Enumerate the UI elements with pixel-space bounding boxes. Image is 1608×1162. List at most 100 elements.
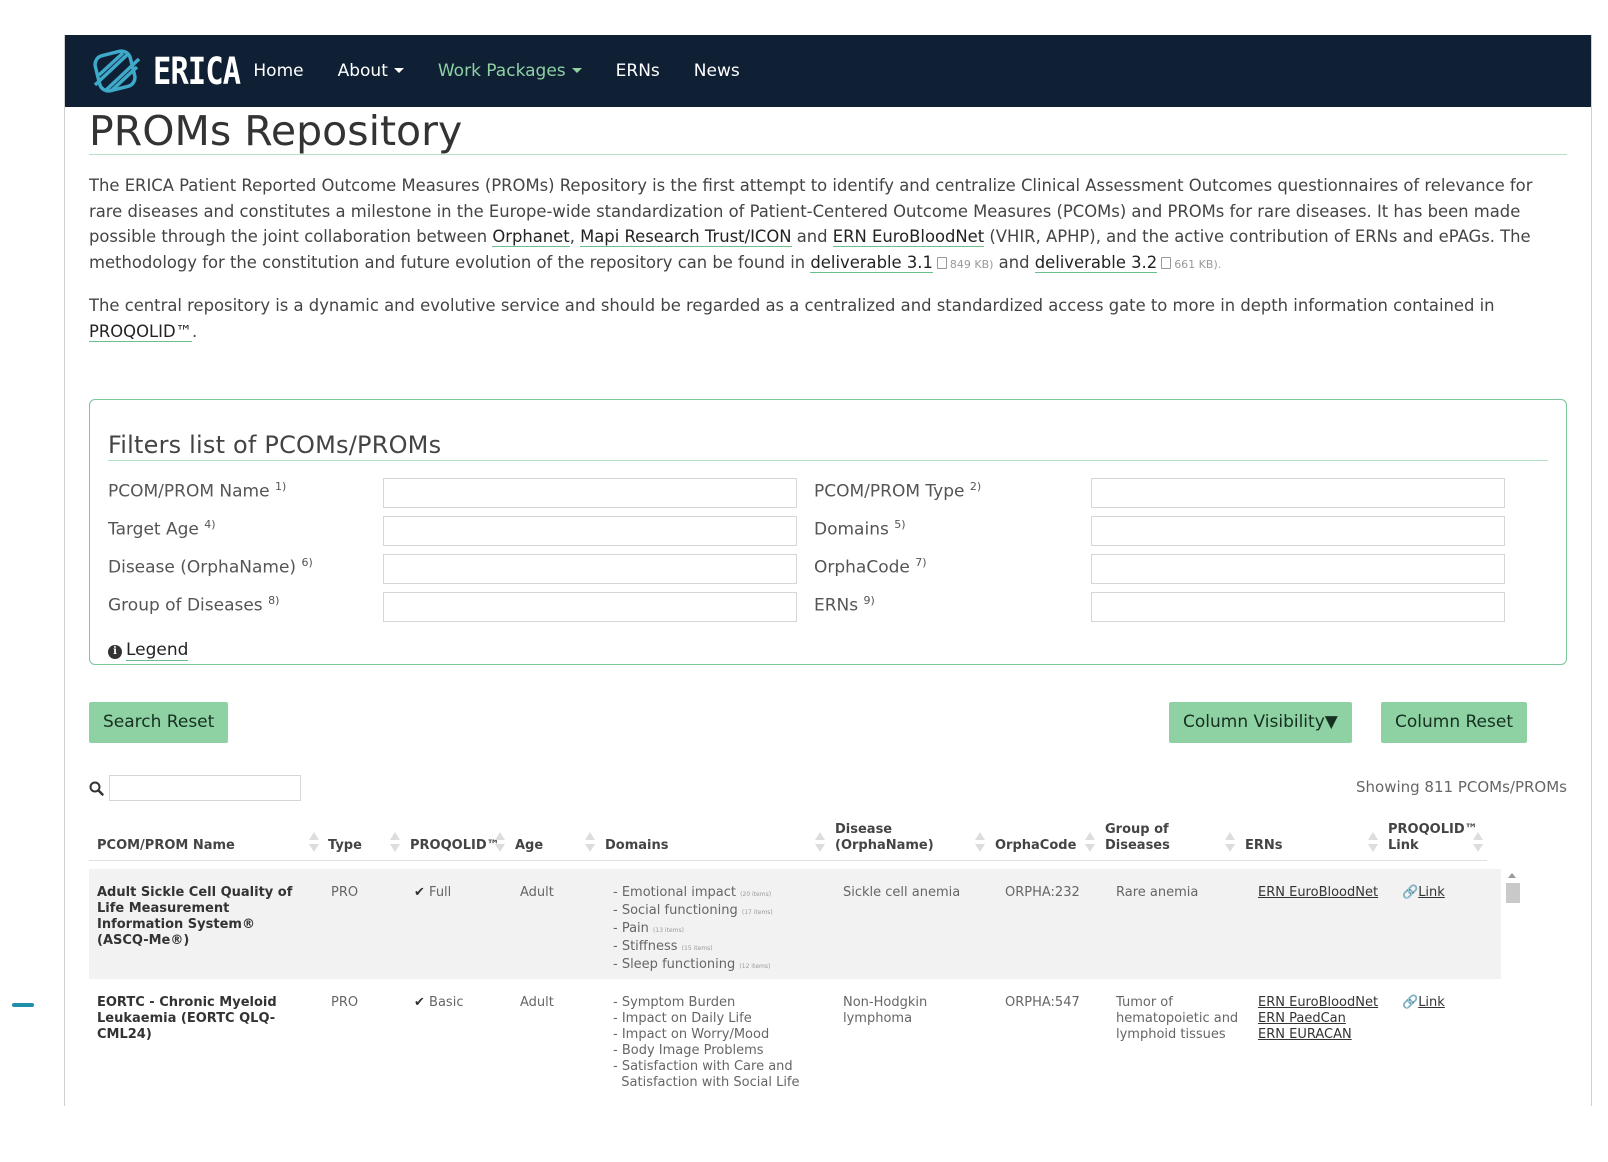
scroll-up-icon[interactable] — [1508, 873, 1516, 878]
domain-text: - Pain — [613, 921, 649, 936]
table-body: Adult Sickle Cell Quality of Life Measur… — [89, 869, 1521, 1162]
domain-items: (15 items) — [681, 945, 713, 952]
filter-footnote: 9) — [863, 594, 875, 607]
domain-item: Satisfaction with Social Life — [613, 1075, 800, 1090]
filter-input-pcom-name[interactable] — [383, 478, 797, 508]
nav-work-packages[interactable]: Work Packages — [438, 61, 582, 81]
filter-label-text: OrphaCode — [814, 557, 910, 578]
domain-text: - Social functioning — [613, 903, 738, 918]
filter-row-2: Target Age 4) Domains 5) — [108, 516, 1548, 546]
legend-toggle[interactable]: i Legend — [108, 640, 189, 661]
sort-icon[interactable] — [1085, 832, 1095, 852]
filter-label-text: Disease (OrphaName) — [108, 557, 297, 578]
sort-icon[interactable] — [975, 832, 985, 852]
proqolid-row-link[interactable]: Link — [1418, 995, 1445, 1010]
th-orphacode[interactable]: OrphaCode — [995, 838, 1076, 854]
sort-icon[interactable] — [495, 832, 505, 852]
brand[interactable]: ERICA — [89, 45, 259, 97]
ern-link[interactable]: ERN EuroBloodNet — [1258, 885, 1378, 901]
th-disease-line-1: Disease — [835, 822, 893, 837]
th-disease[interactable]: Disease (OrphaName) — [835, 822, 934, 854]
sort-icon[interactable] — [585, 832, 595, 852]
cell-proqolid-text: Full — [429, 885, 452, 900]
orphanet-link[interactable]: Orphanet — [492, 227, 570, 247]
table-search-input[interactable] — [109, 775, 301, 801]
search-reset-button[interactable]: Search Reset — [89, 702, 229, 743]
sort-icon[interactable] — [1225, 832, 1235, 852]
th-group[interactable]: Group of Diseases — [1105, 822, 1170, 854]
cell-erns: ERN EuroBloodNet — [1258, 885, 1378, 901]
ern-link[interactable]: ERN PaedCan — [1258, 1011, 1378, 1027]
proqolid-row-link[interactable]: Link — [1418, 885, 1445, 900]
sort-icon[interactable] — [815, 832, 825, 852]
deliverable-3-2-link[interactable]: deliverable 3.2 — [1034, 252, 1158, 273]
column-reset-button[interactable]: Column Reset — [1381, 702, 1527, 743]
sort-icon[interactable] — [1368, 832, 1378, 852]
th-type[interactable]: Type — [328, 838, 362, 854]
th-group-line-1: Group of — [1105, 822, 1169, 837]
filter-footnote: 6) — [301, 556, 313, 569]
cell-proqolid: ✔ Full — [414, 885, 451, 901]
intro-paragraph-1: The ERICA Patient Reported Outcome Measu… — [89, 173, 1567, 277]
filter-input-disease[interactable] — [383, 554, 797, 584]
deliverable-3-1-link[interactable]: deliverable 3.1 — [810, 252, 933, 273]
intro-text-p2: The central repository is a dynamic and … — [89, 296, 1495, 315]
sort-icon[interactable] — [309, 832, 319, 852]
filter-label-pcom-type: PCOM/PROM Type 2) — [814, 480, 981, 502]
nav-about[interactable]: About — [338, 61, 404, 81]
th-pcom-name[interactable]: PCOM/PROM Name — [97, 838, 235, 854]
cell-proqolid: ✔ Basic — [414, 995, 463, 1011]
nav-home[interactable]: Home — [253, 61, 303, 81]
th-disease-line-2: (OrphaName) — [835, 838, 934, 853]
table-header: PCOM/PROM Name Type PROQOLID™ Age Domain… — [89, 821, 1487, 861]
ern-link[interactable]: ERN EuroBloodNet — [1258, 995, 1378, 1011]
eurobloodnet-link[interactable]: ERN EuroBloodNet — [832, 227, 985, 247]
table-scrollbar[interactable] — [1503, 869, 1521, 1162]
th-age[interactable]: Age — [515, 838, 543, 854]
filter-label-orphacode: OrphaCode 7) — [814, 556, 927, 578]
th-proqolid[interactable]: PROQOLID™ — [410, 838, 500, 854]
filters-panel: Filters list of PCOMs/PROMs PCOM/PROM Na… — [89, 399, 1567, 665]
intro-p2-end: . — [191, 321, 198, 341]
filter-footnote: 1) — [274, 480, 287, 493]
cell-proqolid-text: Basic — [429, 995, 464, 1010]
pdf-file-icon — [1161, 256, 1172, 269]
ern-link[interactable]: ERN EURACAN — [1258, 1027, 1378, 1043]
filter-input-target-age[interactable] — [383, 516, 797, 546]
caret-down-icon — [393, 68, 404, 73]
filter-input-pcom-type[interactable] — [1091, 478, 1505, 508]
filter-input-orphacode[interactable] — [1091, 554, 1505, 584]
column-visibility-button[interactable]: Column Visibility▼ — [1169, 702, 1352, 743]
mapi-link[interactable]: Mapi Research Trust/ICON — [580, 227, 792, 247]
sort-icon[interactable] — [1473, 832, 1483, 852]
domain-items: (13 items) — [653, 927, 684, 934]
th-link-line-1: PROQOLID™ — [1388, 822, 1478, 837]
nav-erns[interactable]: ERNs — [616, 61, 660, 81]
filter-label-text: Group of Diseases — [108, 595, 263, 616]
table-row[interactable]: Adult Sickle Cell Quality of Life Measur… — [89, 869, 1501, 979]
filter-footnote: 5) — [894, 518, 906, 531]
sort-icon[interactable] — [390, 832, 400, 852]
domain-item: - Impact on Daily Life — [613, 1011, 752, 1026]
intro-and-1: and — [791, 227, 833, 246]
cell-type: PRO — [331, 885, 359, 900]
th-erns[interactable]: ERNs — [1245, 838, 1283, 854]
table-row[interactable]: EORTC - Chronic Myeloid Leukaemia (EORTC… — [89, 979, 1501, 1162]
scroll-thumb[interactable] — [1506, 883, 1520, 903]
proqolid-link[interactable]: PROQOLID™ — [89, 321, 192, 342]
filter-label-domains: Domains 5) — [814, 518, 906, 540]
th-proqolid-link[interactable]: PROQOLID™ Link — [1388, 822, 1478, 854]
filter-input-domains[interactable] — [1091, 516, 1505, 546]
th-domains[interactable]: Domains — [605, 838, 669, 854]
filter-row-3: Disease (OrphaName) 6) OrphaCode 7) — [108, 554, 1548, 584]
domain-items: (12 items) — [739, 963, 771, 970]
caret-down-icon — [571, 68, 582, 73]
filter-row-4: Group of Diseases 8) ERNs 9) — [108, 592, 1548, 622]
filter-footnote: 8) — [268, 594, 280, 607]
filter-input-erns[interactable] — [1091, 592, 1505, 622]
navbar: ERICA Home About Work Packages ERNs News — [65, 35, 1591, 107]
filter-input-group-of-diseases[interactable] — [383, 592, 797, 622]
nav-news[interactable]: News — [694, 61, 740, 81]
filter-label-text: PCOM/PROM Name — [108, 481, 270, 502]
filter-label-group-of-diseases: Group of Diseases 8) — [108, 594, 279, 616]
